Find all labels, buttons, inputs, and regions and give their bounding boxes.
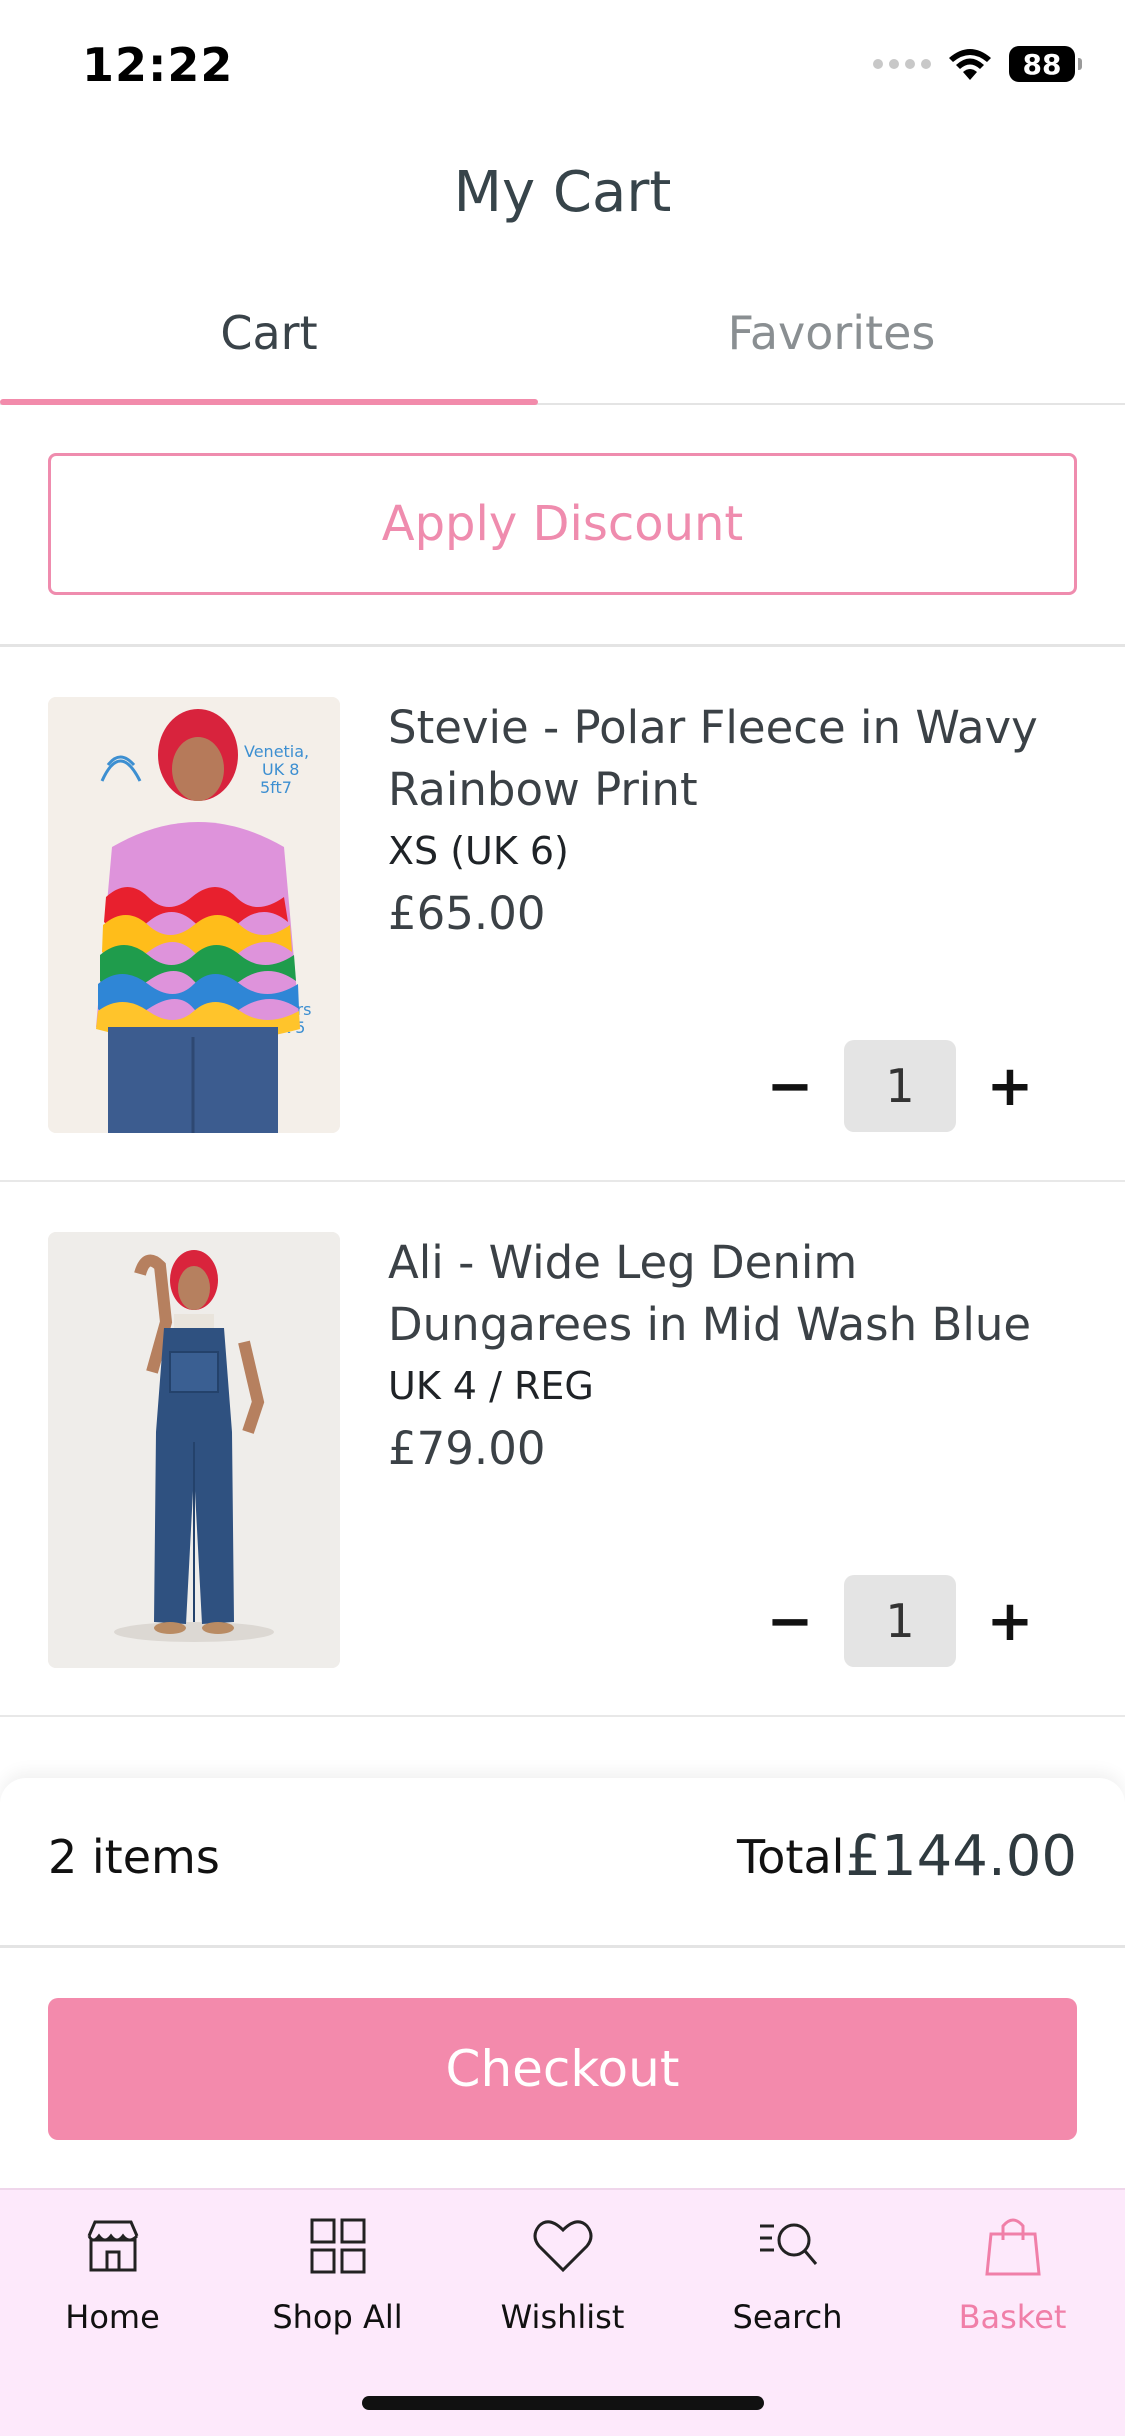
product-image[interactable]: Venetia, UK 8 5ft7 Wears UK 5 [48,697,340,1133]
apply-discount-button[interactable]: Apply Discount [48,453,1077,595]
tab-favorites[interactable]: Favorites [538,290,1125,405]
increase-quantity-button[interactable]: + [980,1575,1040,1667]
total-label: Total [737,1830,845,1884]
status-icons: 88 [873,46,1082,82]
nav-label: Shop All [272,2298,403,2336]
nav-label: Search [732,2298,843,2336]
quantity-stepper: − 1 + [760,1040,1040,1132]
decrease-quantity-button[interactable]: − [760,1040,820,1132]
search-list-icon [759,2223,817,2265]
product-name[interactable]: Stevie - Polar Fleece in Wavy Rainbow Pr… [388,697,1078,821]
total-value: £144.00 [845,1824,1077,1889]
product-size: XS (UK 6) [388,829,569,873]
product-size: UK 4 / REG [388,1364,594,1408]
home-indicator [362,2396,764,2410]
nav-wishlist[interactable]: Wishlist [450,2212,675,2362]
increase-quantity-button[interactable]: + [980,1040,1040,1132]
battery-icon: 88 [1009,46,1082,82]
quantity-value[interactable]: 1 [844,1040,956,1132]
tab-cart[interactable]: Cart [0,290,538,405]
status-bar: 12:22 88 [0,0,1125,135]
product-price: £65.00 [388,887,546,940]
status-time: 12:22 [82,38,234,92]
nav-shop-all[interactable]: Shop All [225,2212,450,2362]
summary-row: 2 items Total £144.00 [0,1778,1125,1948]
product-details: Stevie - Polar Fleece in Wavy Rainbow Pr… [388,697,1078,940]
product-details: Ali - Wide Leg Denim Dungarees in Mid Wa… [388,1232,1078,1475]
item-count: 2 items [48,1830,220,1884]
discount-section: Apply Discount [0,405,1125,647]
bag-icon [984,2218,1041,2276]
wifi-icon [949,49,991,80]
svg-text:Venetia,: Venetia, [244,742,309,761]
svg-text:UK 8: UK 8 [262,760,299,779]
decrease-quantity-button[interactable]: − [760,1575,820,1667]
cart-item: Venetia, UK 8 5ft7 Wears UK 5 Stevie - P… [0,647,1125,1182]
cellular-signal-icon [873,59,931,69]
nav-label: Basket [958,2298,1067,2336]
product-photo-rainbow-fleece-icon: Venetia, UK 8 5ft7 Wears UK 5 [48,697,340,1133]
svg-text:5ft7: 5ft7 [260,778,292,797]
quantity-stepper: − 1 + [760,1575,1040,1667]
page-title: My Cart [453,160,672,225]
nav-label: Home [65,2298,160,2336]
product-photo-denim-dungarees-icon [48,1232,340,1668]
nav-search[interactable]: Search [675,2212,900,2362]
heart-icon [533,2220,592,2273]
store-icon [87,2220,138,2272]
nav-home[interactable]: Home [0,2212,225,2362]
product-name[interactable]: Ali - Wide Leg Denim Dungarees in Mid Wa… [388,1232,1078,1356]
tab-bar: Cart Favorites [0,290,1125,405]
quantity-value[interactable]: 1 [844,1575,956,1667]
product-image[interactable] [48,1232,340,1668]
order-summary: 2 items Total £144.00 Checkout [0,1778,1125,2188]
nav-label: Wishlist [500,2298,625,2336]
cart-item: Ali - Wide Leg Denim Dungarees in Mid Wa… [0,1182,1125,1717]
grid-icon [310,2218,365,2274]
checkout-button[interactable]: Checkout [48,1998,1077,2140]
nav-basket[interactable]: Basket [900,2212,1125,2362]
product-price: £79.00 [388,1422,546,1475]
